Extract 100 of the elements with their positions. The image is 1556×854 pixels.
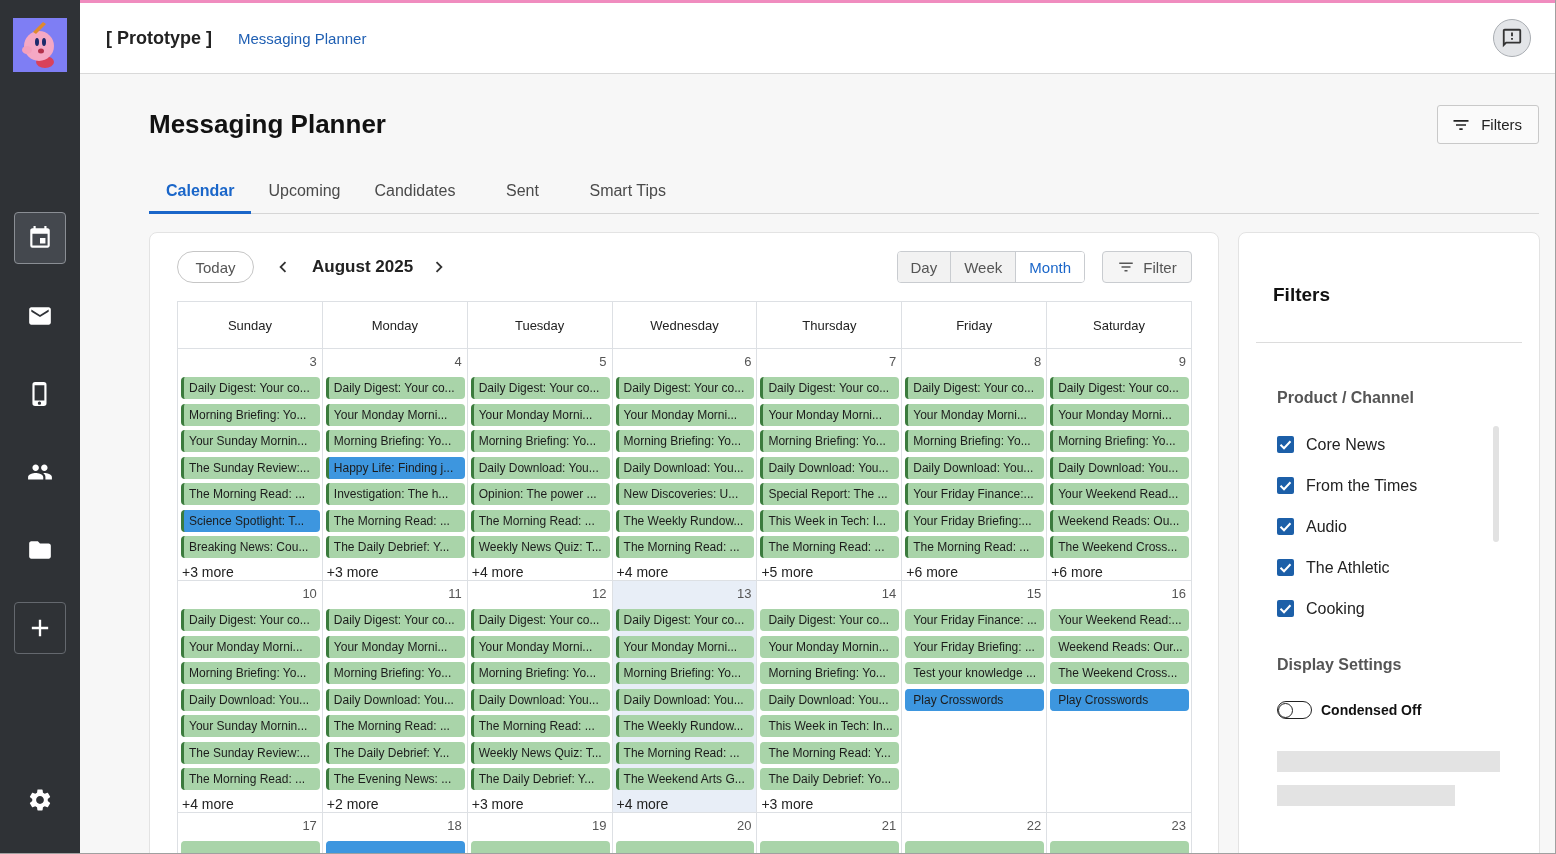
settings-icon[interactable]: [27, 787, 53, 813]
calendar-event[interactable]: Weekly News Quiz: T...: [470, 741, 610, 764]
tab[interactable]: Candidates: [357, 170, 473, 214]
calendar-event[interactable]: The Evening News: ...: [325, 768, 465, 790]
calendar-event[interactable]: The Weekly Rundow...: [615, 715, 755, 737]
more-events-link[interactable]: +5 more: [760, 563, 814, 581]
calendar-event[interactable]: Morning Briefing: Yo...: [1050, 430, 1189, 452]
view-toggle-button[interactable]: Week: [950, 252, 1016, 282]
calendar-event[interactable]: Your Monday Morni...: [470, 403, 610, 426]
calendar-event[interactable]: Your Friday Finance: ...: [905, 609, 1045, 631]
calendar-event[interactable]: Weekend Reads: Ou...: [1050, 509, 1189, 532]
view-toggle-button[interactable]: Day: [897, 252, 951, 282]
calendar-event[interactable]: Daily Digest: Your co...: [760, 609, 900, 631]
calendar-event[interactable]: Daily Digest: Your co...: [905, 377, 1045, 399]
checkbox[interactable]: [1277, 477, 1294, 494]
calendar-event[interactable]: Daily Download: You...: [905, 456, 1045, 479]
calendar-event[interactable]: Science Spotlight: T...: [181, 509, 320, 532]
calendar-event[interactable]: Daily Digest: Your co...: [325, 609, 465, 631]
calendar-event[interactable]: The Sunday Review:...: [181, 456, 320, 479]
more-events-link[interactable]: +4 more: [181, 795, 234, 813]
checkbox-label[interactable]: The Athletic: [1306, 558, 1390, 577]
calendar-event[interactable]: Daily Download: You...: [181, 688, 320, 711]
filters-button[interactable]: Filters: [1437, 105, 1539, 144]
calendar-event[interactable]: Your Sunday Mornin...: [181, 430, 320, 452]
calendar-event[interactable]: The Morning Read: ...: [325, 715, 465, 737]
calendar-event[interactable]: Your Weekend Read...: [1050, 483, 1189, 505]
calendar-event[interactable]: Daily Digest: Your co...: [470, 377, 610, 399]
calendar-event[interactable]: Morning Briefing: Yo...: [760, 430, 900, 452]
calendar-event[interactable]: The Morning Read: ...: [760, 536, 900, 558]
calendar-event[interactable]: Morning Briefing: Yo...: [325, 430, 465, 452]
calendar-event[interactable]: Weekly News Quiz: T...: [470, 536, 610, 558]
checkbox-label[interactable]: Core News: [1306, 435, 1386, 454]
more-events-link[interactable]: +4 more: [615, 795, 669, 813]
calendar-nav-button[interactable]: [14, 212, 66, 264]
checkbox[interactable]: [1277, 559, 1294, 576]
calendar-event[interactable]: Special Report: The ...: [760, 483, 900, 505]
calendar-event[interactable]: The Daily Debrief: Y...: [325, 741, 465, 764]
calendar-event[interactable]: Morning Briefing: Yo...: [470, 430, 610, 452]
calendar-event[interactable]: Daily Download: You...: [760, 456, 900, 479]
calendar-event[interactable]: Morning Briefing: Yo...: [181, 662, 320, 684]
more-events-link[interactable]: +3 more: [470, 795, 524, 813]
calendar-event[interactable]: The Daily Debrief: Y...: [325, 536, 465, 558]
calendar-event[interactable]: Daily Digest: Your co...: [181, 609, 320, 631]
calendar-event[interactable]: Your Monday Morni...: [615, 403, 755, 426]
calendar-event[interactable]: The Morning Read: ...: [615, 536, 755, 558]
more-events-link[interactable]: +6 more: [905, 563, 959, 581]
calendar-event[interactable]: Morning Briefing: Yo...: [615, 430, 755, 452]
calendar-event[interactable]: The Daily Debrief: Yo...: [760, 768, 900, 790]
calendar-event[interactable]: Your Monday Morni...: [325, 403, 465, 426]
calendar-event[interactable]: Morning Briefing: Yo...: [181, 403, 320, 426]
calendar-event[interactable]: Your Monday Morni...: [615, 635, 755, 658]
calendar-event[interactable]: Your Sunday Mornin...: [181, 715, 320, 737]
calendar-event[interactable]: Your Monday Morni...: [760, 403, 900, 426]
calendar-event[interactable]: Your Friday Briefing: ...: [905, 635, 1045, 658]
checkbox[interactable]: [1277, 600, 1294, 617]
calendar-event[interactable]: Your Monday Mornin...: [760, 635, 900, 658]
calendar-event[interactable]: The Weekend Arts G...: [615, 768, 755, 790]
more-events-link[interactable]: +3 more: [760, 795, 814, 813]
calendar-event[interactable]: The Morning Read: ...: [181, 768, 320, 790]
calendar-event[interactable]: The Sunday Review:...: [181, 741, 320, 764]
calendar-event[interactable]: This Week in Tech: In...: [760, 715, 900, 737]
calendar-event[interactable]: Your Monday Morni...: [470, 635, 610, 658]
more-events-link[interactable]: +4 more: [615, 563, 669, 581]
calendar-event[interactable]: Your Monday Morni...: [1050, 403, 1189, 426]
calendar-event[interactable]: Daily Download: You...: [615, 456, 755, 479]
breadcrumb-link[interactable]: Messaging Planner: [238, 29, 367, 47]
calendar-event[interactable]: The Weekend Cross...: [1050, 662, 1189, 684]
calendar-event[interactable]: The Daily Debrief: Y...: [470, 768, 610, 790]
feedback-button[interactable]: [1493, 19, 1531, 57]
calendar-event[interactable]: Daily Download: You...: [615, 688, 755, 711]
calendar-event[interactable]: Investigation: The h...: [325, 483, 465, 505]
checkbox-label[interactable]: Cooking: [1306, 599, 1365, 618]
more-events-link[interactable]: +4 more: [470, 563, 524, 581]
checkbox[interactable]: [1277, 436, 1294, 453]
calendar-event[interactable]: Daily Download: You...: [1050, 456, 1189, 479]
calendar-event[interactable]: Your Friday Finance:...: [905, 483, 1045, 505]
calendar-event[interactable]: Daily Download: You...: [325, 688, 465, 711]
calendar-event[interactable]: Morning Briefing: Yo...: [470, 662, 610, 684]
calendar-event[interactable]: Morning Briefing: Yo...: [905, 430, 1045, 452]
calendar-event[interactable]: Weekend Reads: Our...: [1050, 635, 1189, 658]
calendar-event[interactable]: Morning Briefing: Yo...: [325, 662, 465, 684]
calendar-event[interactable]: Daily Download: You...: [470, 688, 610, 711]
calendar-event[interactable]: This Week in Tech: I...: [760, 509, 900, 532]
calendar-event[interactable]: Morning Briefing: Yo...: [615, 662, 755, 684]
calendar-event[interactable]: Morning Briefing: Yo...: [760, 662, 900, 684]
calendar-event[interactable]: Daily Digest: Your co...: [470, 609, 610, 631]
checkbox-label[interactable]: Audio: [1306, 517, 1347, 536]
more-events-link[interactable]: +3 more: [181, 563, 234, 581]
tab[interactable]: Sent: [472, 170, 573, 214]
today-button[interactable]: Today: [177, 251, 254, 283]
toggle-switch[interactable]: [1277, 701, 1312, 719]
calendar-event[interactable]: The Morning Read: ...: [470, 715, 610, 737]
calendar-event[interactable]: Your Monday Morni...: [905, 403, 1045, 426]
more-events-link[interactable]: +2 more: [325, 795, 379, 813]
view-toggle-button[interactable]: Month: [1015, 252, 1084, 282]
calendar-event[interactable]: Daily Digest: Your co...: [615, 609, 755, 631]
calendar-event[interactable]: Daily Digest: Your co...: [325, 377, 465, 399]
checkbox[interactable]: [1277, 518, 1294, 535]
calendar-event[interactable]: The Weekend Cross...: [1050, 536, 1189, 558]
calendar-event[interactable]: Breaking News: Cou...: [181, 536, 320, 558]
